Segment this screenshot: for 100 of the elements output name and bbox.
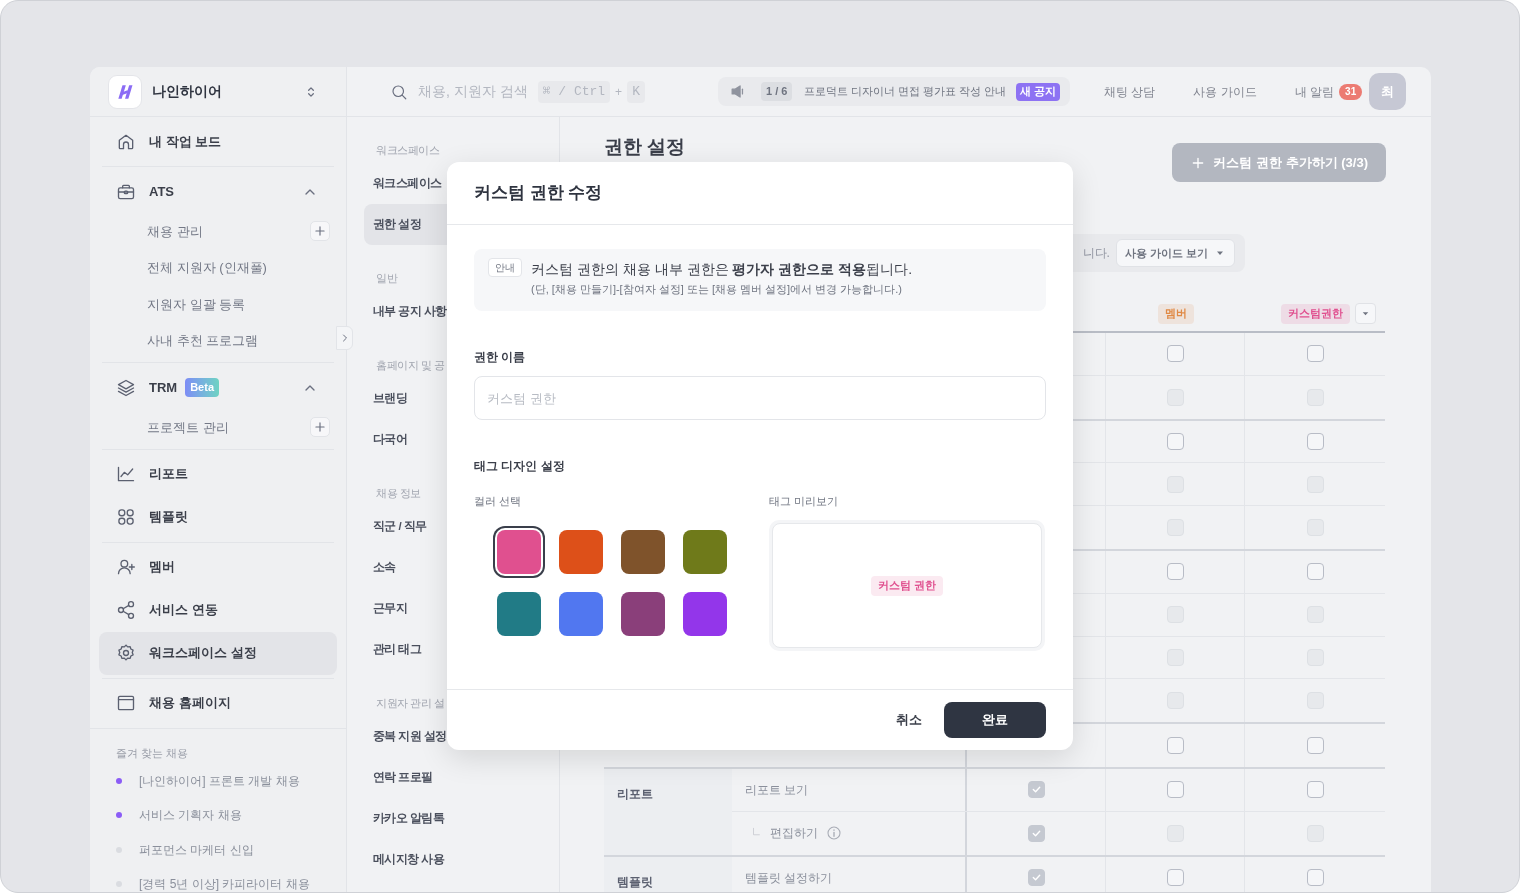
settings-menu-item[interactable]: 관리 태그 bbox=[364, 629, 424, 670]
group-name: 리포트 bbox=[617, 786, 653, 801]
favorites-title: 즐겨 찾는 채용 bbox=[116, 746, 190, 762]
new-notice-badge: 새 공지 bbox=[1016, 82, 1061, 101]
menu-section-title: 워크스페이스 bbox=[376, 142, 439, 158]
role-tag: 커스텀권한 bbox=[1280, 303, 1350, 324]
group-name: 템플릿 bbox=[617, 874, 653, 889]
settings-menu-item[interactable]: 메시지창 사용 bbox=[364, 839, 446, 880]
color-label: 컬러 선택 bbox=[474, 494, 523, 508]
settings-menu-item[interactable]: 소속 bbox=[364, 547, 398, 588]
settings-menu-item[interactable]: 내부 공지 사항 bbox=[364, 291, 449, 332]
checkbox[interactable] bbox=[1306, 433, 1324, 450]
color-swatch[interactable] bbox=[621, 592, 665, 636]
search-icon bbox=[390, 82, 408, 101]
nav-sub-item[interactable]: 채용 관리 bbox=[102, 213, 334, 250]
guide-button[interactable]: 사용 가이드 보기 bbox=[1115, 239, 1235, 267]
nav-item[interactable]: 멤버 bbox=[102, 545, 334, 589]
nav-item[interactable]: 템플릿 bbox=[102, 495, 334, 539]
cancel-button[interactable]: 취소 bbox=[892, 702, 926, 738]
color-swatch[interactable] bbox=[683, 592, 727, 636]
beta-badge: Beta bbox=[185, 378, 219, 397]
notice-text: 커스텀 권한의 채용 내부 권한은 평가자 권한으로 적용됩니다. bbox=[531, 260, 913, 279]
checkbox[interactable] bbox=[1166, 737, 1184, 755]
checkbox[interactable] bbox=[1166, 433, 1184, 450]
tag-preview: 커스텀 권한 bbox=[870, 575, 944, 596]
color-swatch[interactable] bbox=[621, 530, 665, 574]
checkbox[interactable] bbox=[1166, 781, 1184, 799]
checkbox[interactable] bbox=[1166, 869, 1184, 887]
menu-section-title: 일반 bbox=[376, 270, 397, 286]
line-chart-icon bbox=[116, 464, 136, 484]
settings-menu-item[interactable]: 카카오 알림톡 bbox=[364, 798, 446, 839]
settings-menu-item[interactable]: 다국어 bbox=[364, 419, 410, 460]
notice-text: 프로덕트 디자이너 면접 평가표 작성 안내 bbox=[804, 83, 1006, 99]
notification-count: 31 bbox=[1339, 83, 1363, 100]
header-link[interactable]: 사용 가이드 bbox=[1193, 82, 1257, 101]
permission-name: 리포트 보기 bbox=[745, 781, 809, 799]
notice-note: (단, [채용 만들기]-[참여자 설정] 또는 [채용 멤버 설정]에서 변경 가능합니다.) bbox=[531, 282, 903, 297]
nav-sub-item[interactable]: 전체 지원자 (인재풀) bbox=[102, 249, 334, 286]
preview-label: 태그 미리보기 bbox=[769, 494, 840, 508]
header-link[interactable]: 채팅 상담 bbox=[1104, 82, 1156, 101]
checkbox[interactable] bbox=[1306, 781, 1324, 799]
settings-menu-item[interactable]: 중복 지원 설정 bbox=[364, 716, 449, 757]
field-label: 권한 이름 bbox=[474, 349, 527, 366]
browser-window-icon bbox=[116, 693, 136, 713]
plus-icon bbox=[313, 420, 327, 435]
checkbox[interactable] bbox=[1166, 345, 1184, 363]
menu-section-title: 지원자 관리 설 bbox=[376, 695, 445, 711]
checkbox[interactable] bbox=[1306, 345, 1324, 363]
header-link[interactable]: 내 알림 31 bbox=[1294, 82, 1363, 101]
nav-sub-item[interactable]: 프로젝트 관리 bbox=[102, 409, 334, 446]
layers-icon bbox=[116, 377, 136, 398]
info-icon[interactable] bbox=[826, 825, 842, 842]
settings-menu-item[interactable]: 브랜딩 bbox=[364, 378, 410, 419]
permission-name: 템플릿 설정하기 bbox=[745, 869, 833, 887]
share-icon bbox=[116, 600, 136, 620]
notice-badge: 안내 bbox=[488, 258, 522, 277]
nav-item[interactable]: 워크스페이스 설정 bbox=[99, 631, 337, 675]
nav-item[interactable]: 채용 홈페이지 bbox=[102, 681, 334, 725]
color-swatch[interactable] bbox=[559, 592, 603, 636]
add-button[interactable] bbox=[310, 221, 330, 242]
nav-item[interactable]: 내 작업 보드 bbox=[102, 120, 334, 163]
settings-menu-item[interactable]: 연락 프로필 bbox=[364, 757, 435, 798]
settings-menu-item[interactable]: 직군 / 직무 bbox=[364, 506, 429, 547]
section-title: 태그 디자인 설정 bbox=[474, 458, 566, 475]
settings-menu-item[interactable]: 워크스페이스 bbox=[364, 163, 444, 204]
color-swatch[interactable] bbox=[497, 592, 541, 636]
dropdown-button[interactable] bbox=[1355, 303, 1376, 324]
grid-icon bbox=[116, 507, 136, 527]
name-input[interactable]: 커스텀 권한 bbox=[474, 376, 1046, 420]
workspace-name: 나인하이어 bbox=[152, 82, 223, 101]
role-tag: 멤버 bbox=[1157, 303, 1194, 324]
nav-item[interactable]: ATS bbox=[102, 170, 334, 213]
page-title: 권한 설정 bbox=[604, 135, 686, 159]
nav-item[interactable]: 서비스 연동 bbox=[102, 588, 334, 632]
menu-section-title: 채용 정보 bbox=[376, 485, 421, 501]
color-swatch[interactable] bbox=[559, 530, 603, 574]
permission-name: 편집하기 bbox=[770, 825, 818, 843]
add-button[interactable] bbox=[310, 417, 330, 438]
nav-sub-item[interactable]: 지원자 일괄 등록 bbox=[102, 286, 334, 323]
color-swatch[interactable] bbox=[683, 530, 727, 574]
checkbox[interactable] bbox=[1306, 869, 1324, 887]
checkbox[interactable] bbox=[1166, 563, 1184, 581]
checkbox[interactable] bbox=[1306, 737, 1324, 755]
settings-menu-item[interactable]: 근무지 bbox=[364, 588, 410, 629]
menu-section-title: 홈페이지 및 공 bbox=[376, 357, 445, 373]
info-text: 니다. bbox=[1082, 245, 1110, 262]
confirm-button[interactable]: 완료 bbox=[944, 702, 1046, 738]
checkbox[interactable] bbox=[1306, 563, 1324, 581]
plus-icon bbox=[313, 224, 327, 239]
dialog-title: 커스텀 권한 수정 bbox=[474, 182, 603, 205]
nav-sub-item[interactable]: 사내 추천 프로그램 bbox=[102, 322, 334, 359]
notice-banner[interactable]: 1 / 6 프로덕트 디자이너 면접 평가표 작성 안내 새 공지 bbox=[718, 77, 1071, 106]
nav-item[interactable]: 리포트 bbox=[102, 452, 334, 496]
settings-icon bbox=[116, 643, 136, 663]
notice-counter: 1 / 6 bbox=[761, 82, 793, 101]
plus-sign: + bbox=[615, 83, 623, 101]
collapse-handle[interactable] bbox=[336, 326, 353, 350]
user-plus-icon bbox=[116, 557, 136, 577]
logo-icon bbox=[108, 74, 142, 109]
nav-item[interactable]: TRM Beta bbox=[102, 366, 334, 409]
